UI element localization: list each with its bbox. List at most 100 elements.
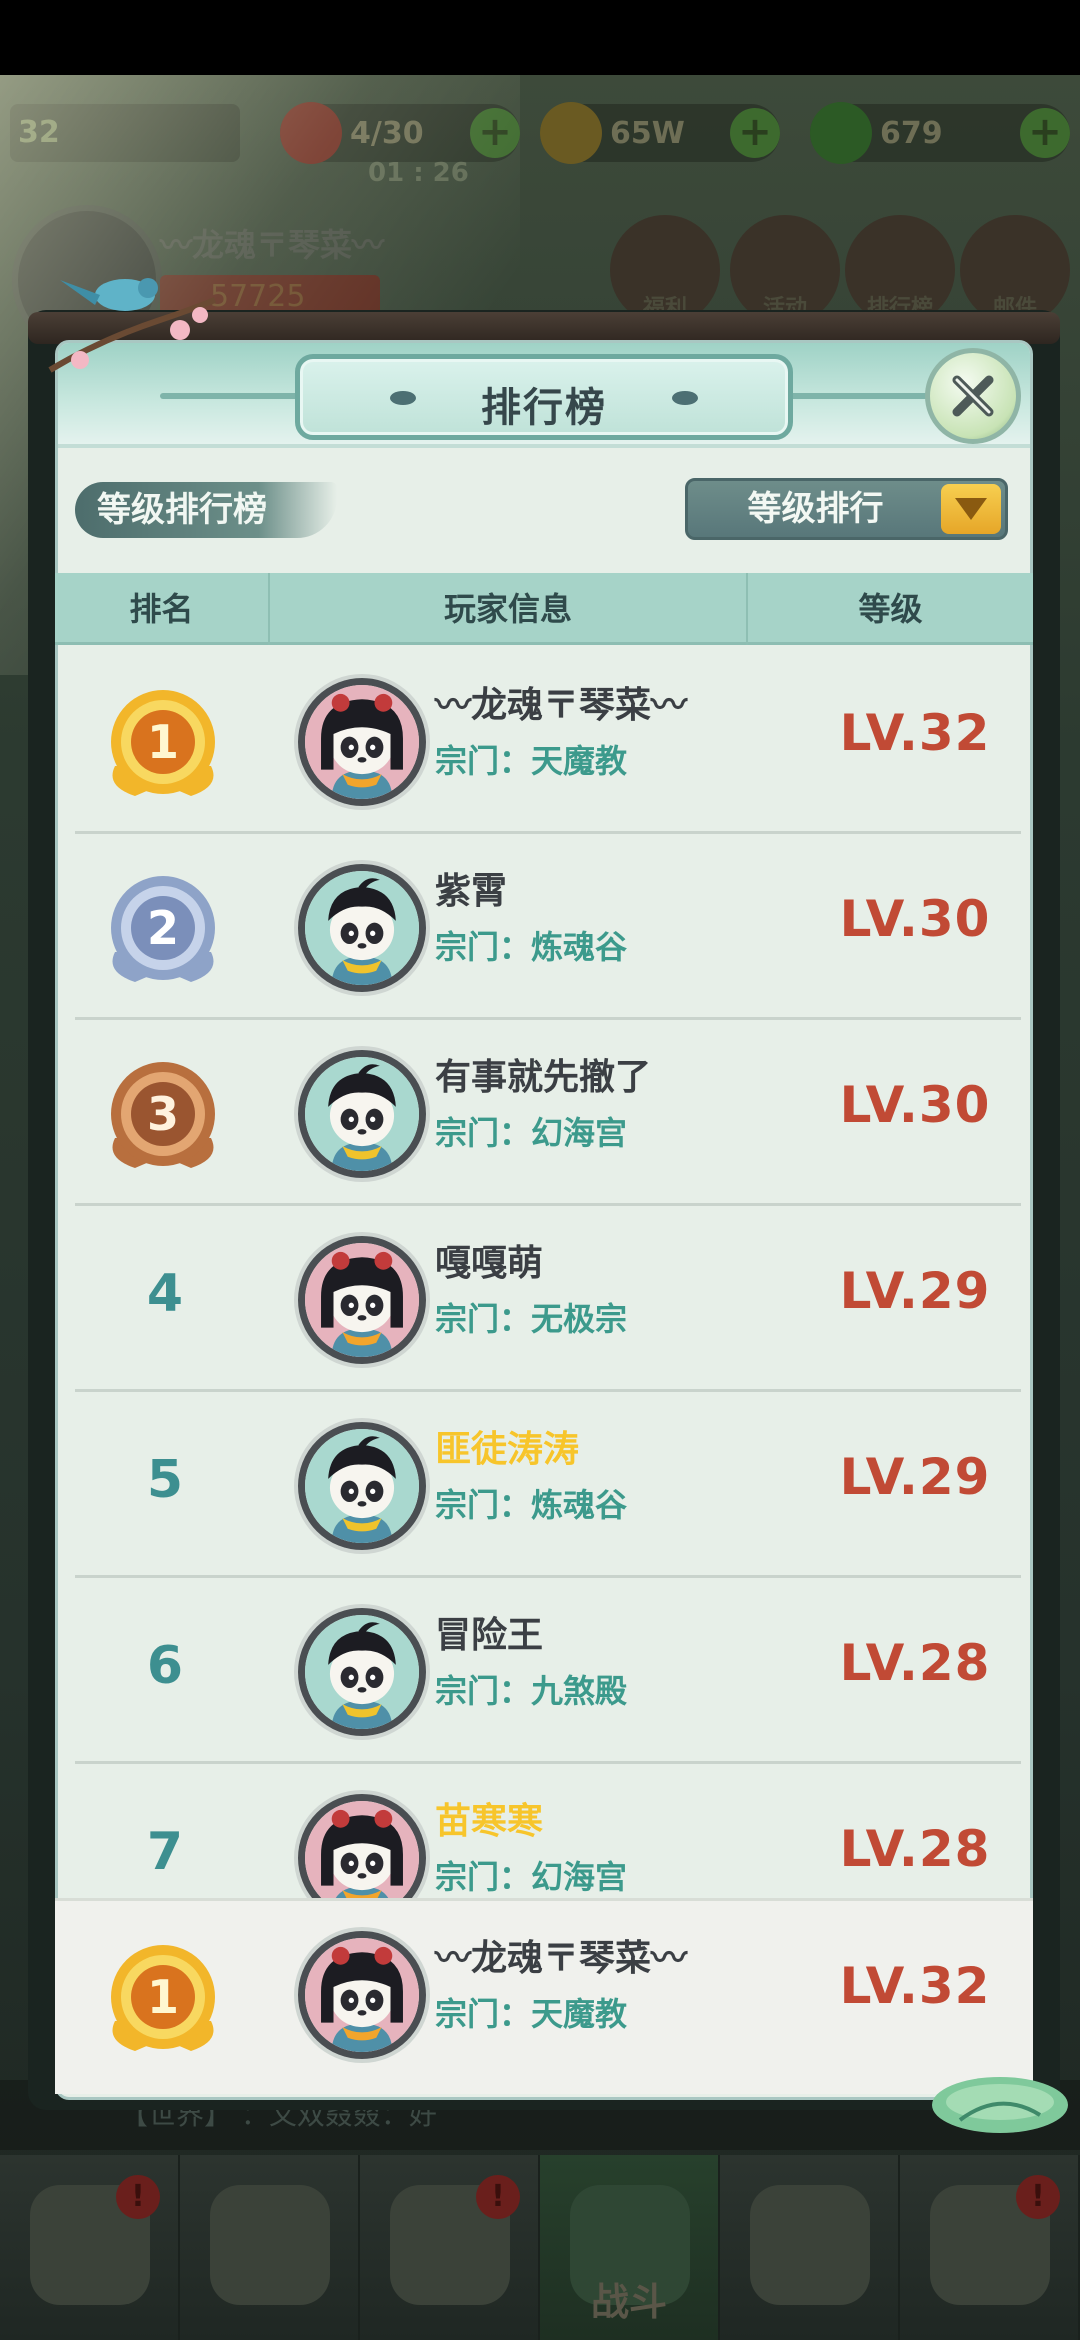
col-player-info: 玩家信息 — [270, 573, 748, 645]
rank-number: 4 — [146, 1264, 184, 1324]
player-avatar[interactable] — [298, 678, 426, 806]
bird-branch-icon — [48, 278, 217, 373]
player-level: LV.29 — [839, 1262, 991, 1320]
nav-pet — [180, 2155, 360, 2340]
add-stamina-button[interactable]: + — [470, 108, 520, 158]
player-name: 〰龙魂〒琴菜〰 — [435, 685, 688, 726]
sect-name: 幻海宫 — [531, 1858, 628, 1896]
sect-label: 宗门： — [435, 1114, 532, 1152]
sect-name: 炼魂谷 — [531, 1486, 628, 1524]
table-header: 排名 玩家信息 等级 — [55, 573, 1033, 645]
rank-medal-1-icon: 1 — [111, 690, 215, 796]
sect-name: 九煞殿 — [531, 1672, 628, 1710]
nav-hero: ! — [360, 2155, 540, 2340]
alert-badge-icon: ! — [1016, 2175, 1060, 2219]
stamina-timer: 01 : 26 — [368, 158, 469, 188]
col-level: 等级 — [858, 590, 923, 628]
player-level: LV.32 — [839, 1957, 991, 2015]
sect-label: 宗门： — [435, 742, 532, 780]
player-level: LV.28 — [839, 1634, 991, 1692]
add-jade-button[interactable]: + — [1020, 108, 1070, 158]
ranking-row[interactable]: 2 紫霄 宗门：炼魂谷 LV.30 — [55, 834, 1033, 1020]
player-sect: 宗门：九煞殿 — [435, 1666, 627, 1712]
sect-name: 无极宗 — [531, 1300, 628, 1338]
battle-label: 战斗 — [590, 2280, 667, 2324]
nav-gourd — [720, 2155, 900, 2340]
player-name: 冒险王 — [435, 1615, 544, 1656]
player-sect: 宗门：炼魂谷 — [435, 1480, 627, 1526]
ranking-row[interactable]: 3 有事就先撤了 宗门：幻海宫 LV.30 — [55, 1020, 1033, 1206]
my-rank-row: 1 〰龙魂〒琴菜〰 宗门：天魔教 LV.32 — [55, 1898, 1033, 2094]
close-icon — [952, 375, 994, 417]
gold-coin-icon — [540, 102, 602, 164]
sect-label: 宗门： — [435, 1486, 532, 1524]
player-sect: 宗门：天魔教 — [435, 736, 627, 782]
player-avatar[interactable] — [298, 1236, 426, 1364]
title-plate: 排行榜 — [295, 354, 793, 440]
player-name: 嘎嘎萌 — [435, 1243, 544, 1284]
player-avatar[interactable] — [298, 1931, 426, 2059]
sect-label: 宗门： — [435, 1995, 532, 2033]
ranking-row[interactable]: 6 冒险王 宗门：九煞殿 LV.28 — [55, 1578, 1033, 1764]
player-avatar[interactable] — [298, 1422, 426, 1550]
ranking-row[interactable]: 5 匪徒涛涛 宗门：炼魂谷 LV.29 — [55, 1392, 1033, 1578]
player-sect: 宗门：幻海宫 — [435, 1852, 627, 1898]
player-level: 32 — [18, 115, 60, 150]
rank-medal-2-icon: 2 — [111, 876, 215, 982]
status-bar-area — [0, 0, 1080, 75]
sect-name: 天魔教 — [531, 742, 628, 780]
player-name: 有事就先撤了 — [435, 1057, 652, 1098]
svg-text:2: 2 — [147, 901, 179, 955]
ranking-row[interactable]: 1 〰龙魂〒琴菜〰 宗门：天魔教 LV.32 — [55, 648, 1033, 834]
svg-text:3: 3 — [147, 1087, 179, 1141]
sort-dropdown[interactable]: 等级排行 — [685, 478, 1008, 540]
sect-label: 宗门： — [435, 928, 532, 966]
alert-badge-icon: ! — [476, 2175, 520, 2219]
board-tag: 等级排行榜 — [75, 482, 337, 538]
nav-map: ! — [0, 2155, 180, 2340]
player-avatar[interactable] — [298, 1794, 426, 1898]
alert-badge-icon: ! — [116, 2175, 160, 2219]
gourd-icon — [750, 2185, 870, 2305]
player-avatar[interactable] — [298, 864, 426, 992]
sect-name: 天魔教 — [531, 1995, 628, 2033]
ranking-row[interactable]: 4 嘎嘎萌 宗门：无极宗 LV.29 — [55, 1206, 1033, 1392]
player-level: LV.30 — [839, 890, 991, 948]
jade-value: 679 — [880, 115, 943, 151]
chevron-down-icon[interactable] — [941, 484, 1001, 534]
nav-shop: ! — [900, 2155, 1080, 2340]
rank-number: 5 — [146, 1450, 184, 1510]
peach-icon — [280, 102, 342, 164]
player-level: LV.32 — [839, 704, 991, 762]
rank-medal-3-icon: 3 — [111, 1062, 215, 1168]
player-avatar[interactable] — [298, 1050, 426, 1178]
rank-number: 7 — [146, 1822, 184, 1882]
player-level: LV.30 — [839, 1076, 991, 1134]
bottom-nav: ! ! 战斗 ! — [0, 2155, 1080, 2340]
add-gold-button[interactable]: + — [730, 108, 780, 158]
sect-name: 炼魂谷 — [531, 928, 628, 966]
power-value: 57725 — [210, 279, 306, 314]
svg-text:1: 1 — [147, 1970, 179, 2024]
sort-dropdown-label: 等级排行 — [747, 489, 884, 529]
stamina-value: 4/30 — [350, 115, 424, 151]
sect-name: 幻海宫 — [531, 1114, 628, 1152]
player-level-box: 32 — [10, 104, 240, 162]
lotus-leaf-icon — [932, 2077, 1068, 2133]
toad-icon — [210, 2185, 330, 2305]
sect-label: 宗门： — [435, 1858, 532, 1896]
player-name: 苗寒寒 — [435, 1801, 544, 1842]
sect-label: 宗门： — [435, 1300, 532, 1338]
close-button[interactable] — [925, 348, 1021, 444]
ranking-row[interactable]: 7 苗寒寒 宗门：幻海宫 LV.28 — [55, 1764, 1033, 1898]
player-sect: 宗门：幻海宫 — [435, 1108, 627, 1154]
player-avatar[interactable] — [298, 1608, 426, 1736]
svg-text:1: 1 — [147, 715, 179, 769]
player-name: 〰龙魂〒琴菜〰 — [435, 1938, 688, 1979]
jade-resource: 679 + — [810, 102, 1070, 164]
player-sect: 宗门：炼魂谷 — [435, 922, 627, 968]
ranking-list[interactable]: 1 〰龙魂〒琴菜〰 宗门：天魔教 LV.32 2 紫霄 宗门：炼魂谷 LV.30… — [55, 648, 1033, 1898]
rank-medal-1-icon: 1 — [111, 1945, 215, 2051]
title-wing-right — [788, 393, 928, 399]
jade-icon — [810, 102, 872, 164]
